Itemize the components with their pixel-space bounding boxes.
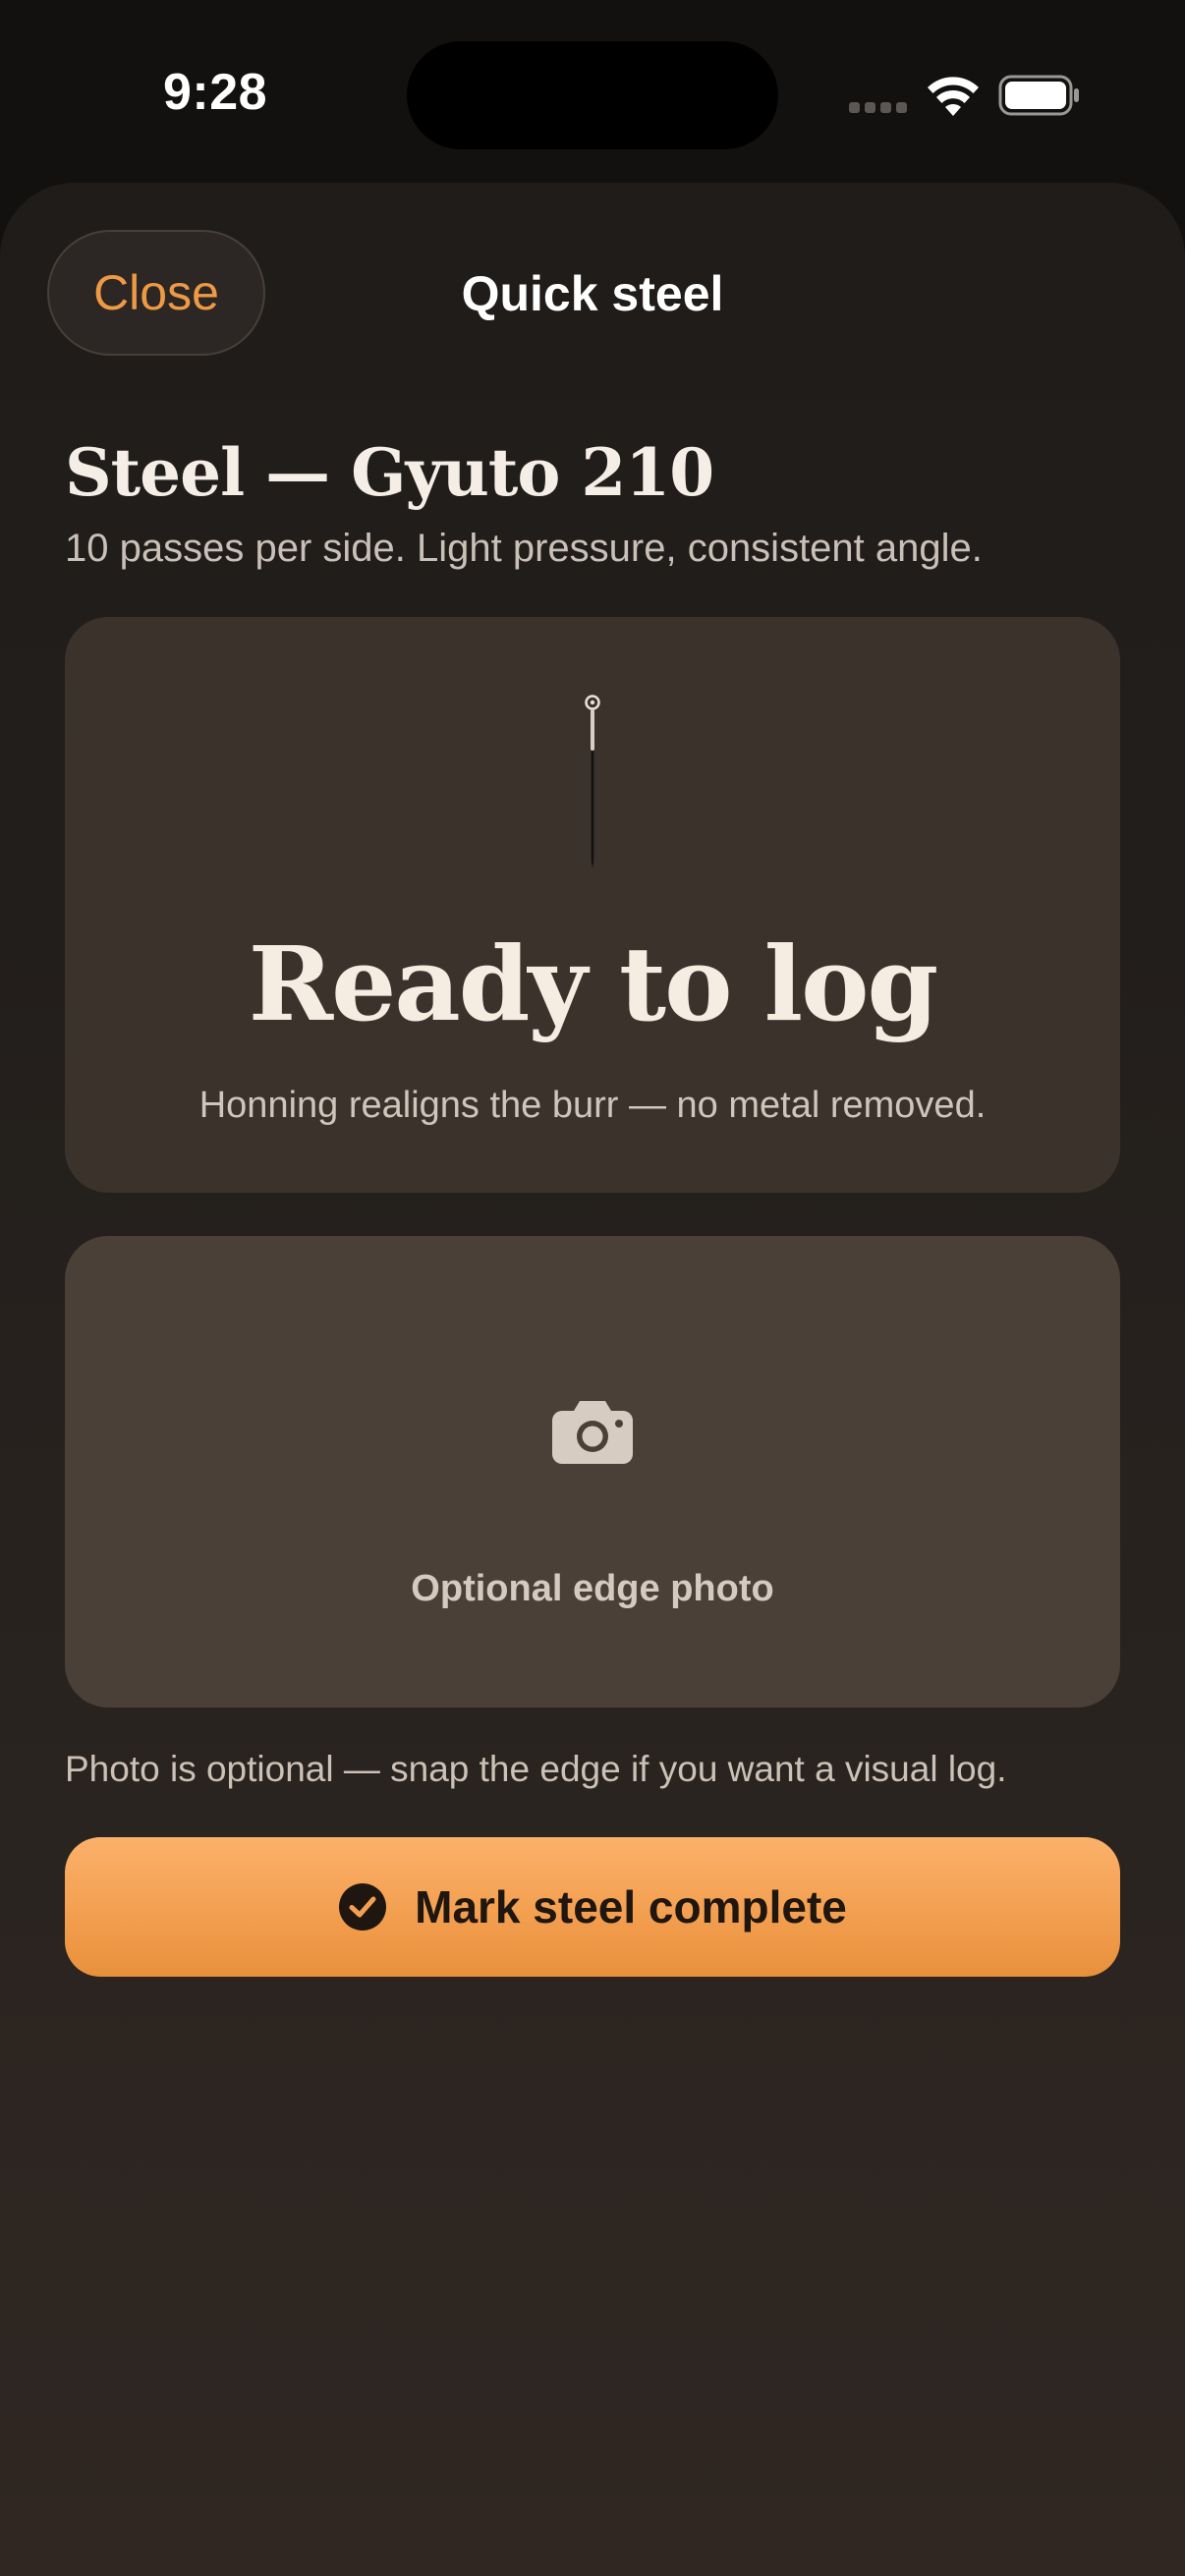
complete-label: Mark steel complete (415, 1881, 847, 1932)
signal-icon (849, 102, 908, 116)
battery-icon (998, 75, 1079, 116)
status-time: 9:28 (163, 64, 268, 121)
status-bar: 9:28 (0, 0, 1185, 187)
photo-label: Optional edge photo (411, 1568, 774, 1609)
camera-icon (552, 1401, 633, 1464)
mark-steel-complete-button[interactable]: Mark steel complete (65, 1837, 1120, 1977)
ready-card: Ready to log Honning realigns the burr —… (65, 617, 1120, 1193)
screen: 9:28 Close Quick steel Steel — Gyuto 210… (0, 0, 1185, 2576)
ready-heading: Ready to log (248, 924, 939, 1044)
wifi-icon (928, 77, 979, 116)
dynamic-island (407, 41, 778, 149)
nav-bar: Close Quick steel (0, 183, 1185, 391)
page-title: Steel — Gyuto 210 (65, 434, 714, 511)
ready-caption: Honning realigns the burr — no metal rem… (198, 1085, 987, 1126)
page-subtitle: 10 passes per side. Light pressure, cons… (65, 527, 983, 570)
check-circle-icon (339, 1883, 387, 1931)
edge-photo-picker[interactable]: Optional edge photo (65, 1236, 1120, 1708)
photo-hint: Photo is optional — snap the edge if you… (65, 1749, 1007, 1789)
quick-steel-sheet: Close Quick steel Steel — Gyuto 210 10 p… (0, 183, 1185, 2576)
honing-steel-icon (585, 695, 600, 868)
nav-title: Quick steel (461, 266, 724, 321)
